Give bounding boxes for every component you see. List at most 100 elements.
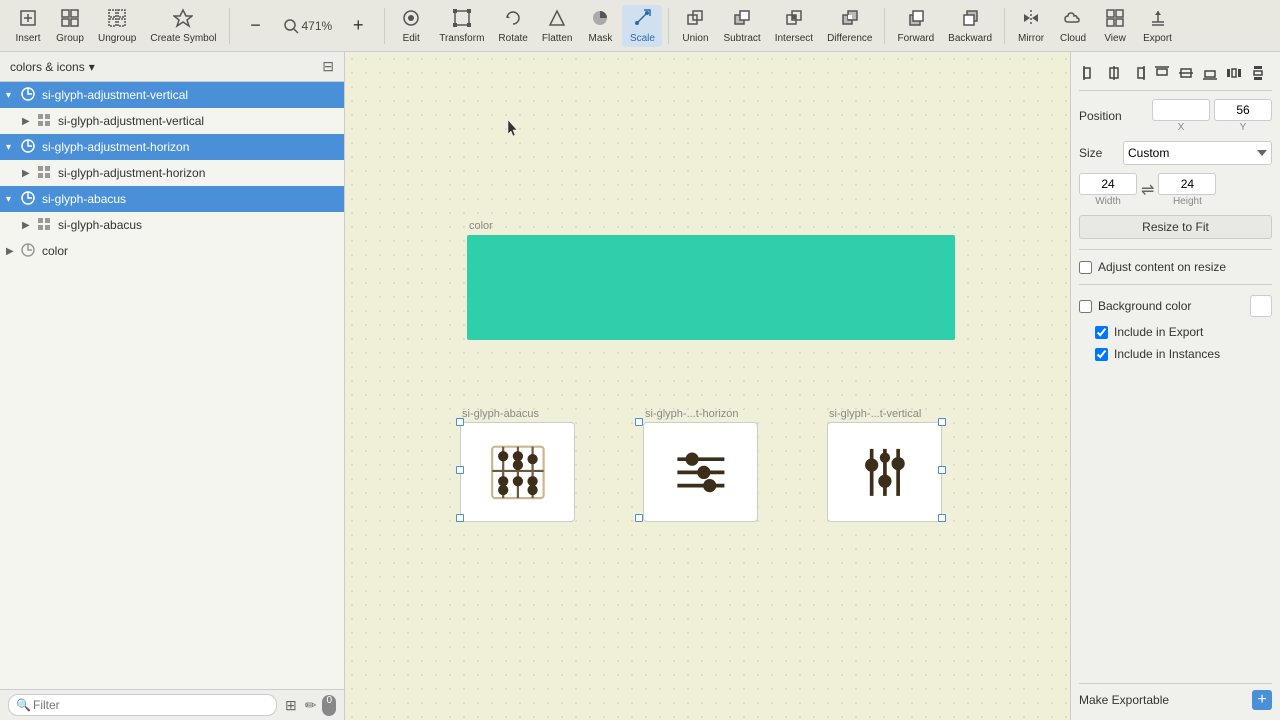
- layer-tree: ▾ si-glyph-adjustment-vertical ▶ si-glyp…: [0, 82, 344, 689]
- difference-tool[interactable]: Difference: [821, 5, 878, 47]
- position-inputs: X Y: [1152, 99, 1272, 133]
- transform-icon: [452, 8, 472, 31]
- edit-icon[interactable]: ✏: [303, 695, 319, 716]
- subtract-icon: [732, 8, 752, 31]
- align-left-edges-btn[interactable]: [1079, 62, 1101, 84]
- cloud-tool[interactable]: Cloud: [1053, 5, 1093, 47]
- height-label: Height: [1173, 196, 1202, 207]
- sidebar-dropdown-icon[interactable]: ▾: [89, 60, 95, 74]
- zoom-in-tool[interactable]: +: [338, 12, 378, 39]
- layer-row[interactable]: ▶ si-glyph-adjustment-horizon: [0, 160, 344, 186]
- symbol-card-2[interactable]: [827, 422, 942, 522]
- subtract-label: Subtract: [723, 33, 760, 44]
- selection-handle-bm[interactable]: [635, 514, 643, 522]
- layer-expand-arrow[interactable]: ▾: [6, 194, 20, 205]
- layer-row[interactable]: ▾ si-glyph-adjustment-vertical: [0, 82, 344, 108]
- layer-expand-arrow[interactable]: ▾: [6, 142, 20, 153]
- backward-tool[interactable]: Backward: [942, 5, 998, 47]
- background-color-checkbox[interactable]: [1079, 300, 1092, 313]
- selection-handle-tr[interactable]: [938, 418, 946, 426]
- symbol-card-0[interactable]: [460, 422, 575, 522]
- export-tool[interactable]: Export: [1137, 5, 1178, 47]
- flatten-icon: [547, 8, 567, 31]
- link-proportional-icon[interactable]: ⇌: [1141, 180, 1154, 200]
- mask-icon: [590, 8, 610, 31]
- selection-handle-mr[interactable]: [938, 466, 946, 474]
- zoom-in-icon: +: [353, 15, 364, 36]
- align-right-edges-btn[interactable]: [1127, 62, 1149, 84]
- grid-view-icon[interactable]: ⊞: [283, 695, 299, 716]
- background-color-label: Background color: [1098, 299, 1191, 313]
- union-icon: [685, 8, 705, 31]
- adjust-content-checkbox[interactable]: [1079, 261, 1092, 274]
- mirror-tool[interactable]: Mirror: [1011, 5, 1051, 47]
- selection-handle-br[interactable]: [938, 514, 946, 522]
- layer-expand-arrow[interactable]: ▶: [22, 116, 36, 127]
- intersect-tool[interactable]: Intersect: [769, 5, 819, 47]
- scale-tool[interactable]: Scale: [622, 5, 662, 47]
- mirror-icon: [1021, 8, 1041, 31]
- width-label: Width: [1095, 196, 1121, 207]
- layer-label: si-glyph-adjustment-horizon: [42, 140, 189, 154]
- include-instances-checkbox[interactable]: [1095, 348, 1108, 361]
- transform-tool[interactable]: Transform: [433, 5, 490, 47]
- width-input[interactable]: [1079, 173, 1137, 195]
- group-symbol-icon: [20, 190, 38, 209]
- layer-expand-arrow[interactable]: ▶: [6, 246, 20, 257]
- distribute-v-btn[interactable]: [1247, 62, 1269, 84]
- layer-row[interactable]: ▶ si-glyph-adjustment-vertical: [0, 108, 344, 134]
- group-tool[interactable]: Group: [50, 5, 90, 47]
- add-exportable-button[interactable]: +: [1252, 690, 1272, 710]
- zoom-out-tool[interactable]: −: [236, 12, 276, 39]
- canvas-area[interactable]: color si-glyph-abacus: [345, 52, 1070, 720]
- background-color-swatch[interactable]: [1250, 295, 1272, 317]
- layer-expand-arrow[interactable]: ▾: [6, 90, 20, 101]
- group-symbol-icon: [20, 86, 38, 105]
- mask-tool[interactable]: Mask: [580, 5, 620, 47]
- selection-handle-tm[interactable]: [635, 418, 643, 426]
- position-x-input[interactable]: [1152, 99, 1210, 121]
- layer-expand-arrow[interactable]: ▶: [22, 220, 36, 231]
- union-tool[interactable]: Union: [675, 5, 715, 47]
- flatten-label: Flatten: [542, 33, 573, 44]
- selection-handle-ml[interactable]: [456, 466, 464, 474]
- layer-row[interactable]: ▾ si-glyph-adjustment-horizon: [0, 134, 344, 160]
- width-height-row: Width ⇌ Height: [1079, 173, 1272, 207]
- distribute-h-btn[interactable]: [1223, 62, 1245, 84]
- layer-label: si-glyph-adjustment-horizon: [58, 166, 205, 180]
- create-symbol-tool[interactable]: Create Symbol: [144, 5, 222, 47]
- selection-handle-tl[interactable]: [456, 418, 464, 426]
- view-icon: [1105, 8, 1125, 31]
- rotate-tool[interactable]: Rotate: [492, 5, 533, 47]
- position-y-input[interactable]: [1214, 99, 1272, 121]
- height-input[interactable]: [1158, 173, 1216, 195]
- insert-tool[interactable]: Insert: [8, 5, 48, 47]
- edit-tool[interactable]: Edit: [391, 5, 431, 47]
- flatten-tool[interactable]: Flatten: [536, 5, 579, 47]
- symbol-card-1[interactable]: [643, 422, 758, 522]
- position-y-group: Y: [1214, 99, 1272, 133]
- align-center-h-btn[interactable]: [1103, 62, 1125, 84]
- subtract-tool[interactable]: Subtract: [717, 5, 766, 47]
- layer-row[interactable]: ▶ si-glyph-abacus: [0, 212, 344, 238]
- align-bottom-edges-btn[interactable]: [1199, 62, 1221, 84]
- filter-input[interactable]: [8, 694, 277, 716]
- include-export-checkbox[interactable]: [1095, 326, 1108, 339]
- sidebar-bottom-icons: ⊞ ✏ 0: [283, 695, 336, 716]
- include-export-label: Include in Export: [1114, 325, 1203, 339]
- view-tool[interactable]: View: [1095, 5, 1135, 47]
- align-center-v-btn[interactable]: [1175, 62, 1197, 84]
- mirror-label: Mirror: [1018, 33, 1044, 44]
- align-top-edges-btn[interactable]: [1151, 62, 1173, 84]
- layer-row[interactable]: ▾ si-glyph-abacus: [0, 186, 344, 212]
- difference-label: Difference: [827, 33, 872, 44]
- layer-row[interactable]: ▶ color: [0, 238, 344, 264]
- sidebar-collapse-button[interactable]: ⊟: [322, 58, 334, 75]
- layer-expand-arrow[interactable]: ▶: [22, 168, 36, 179]
- size-dropdown[interactable]: Custom Fixed Proportional: [1123, 141, 1272, 165]
- ungroup-tool[interactable]: Ungroup: [92, 5, 142, 47]
- selection-handle-bl[interactable]: [456, 514, 464, 522]
- resize-to-fit-button[interactable]: Resize to Fit: [1079, 215, 1272, 239]
- forward-tool[interactable]: Forward: [891, 5, 940, 47]
- color-rect[interactable]: [467, 235, 955, 340]
